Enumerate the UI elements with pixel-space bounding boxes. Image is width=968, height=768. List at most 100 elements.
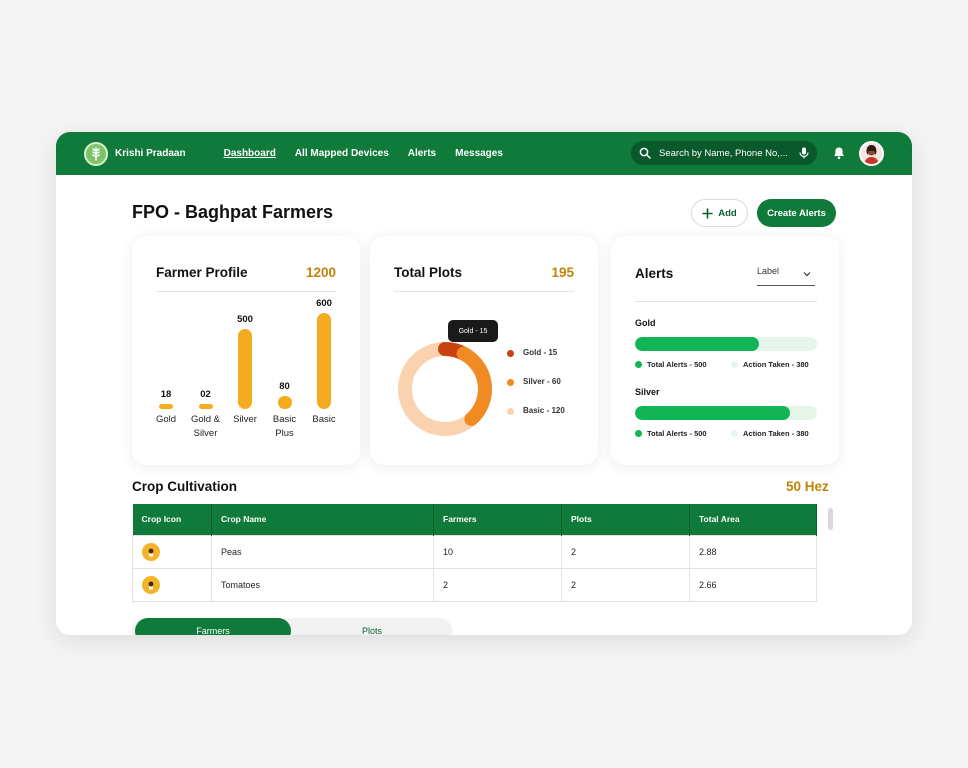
legend-action-label: Action Taken - 380	[743, 360, 809, 369]
crop-plots: 2	[561, 567, 690, 602]
crop-farmers: 10	[433, 534, 562, 569]
farmers-plots-toggle: Farmers Plots	[132, 618, 452, 635]
crop-table: Crop Icon Crop Name Farmers Plots Total …	[132, 504, 817, 602]
farmer-profile-card: Farmer Profile 1200 18 Gold 02 Gold & Silve…	[132, 236, 360, 465]
crop-icon-cell	[132, 567, 212, 602]
nav-alerts[interactable]: Alerts	[408, 148, 436, 159]
bar-category-label: Gold & Silver	[190, 414, 221, 439]
search-input[interactable]: Search by Name, Phone No,...	[631, 141, 817, 165]
legend-dot	[635, 361, 642, 368]
chart-tooltip: Gold - 15	[448, 320, 498, 342]
bar-value-label: 600	[316, 298, 332, 309]
alert-group-gold-name: Gold	[635, 318, 656, 328]
bar-value-label: 500	[237, 314, 253, 325]
alert-group-silver-name: Silver	[635, 387, 660, 397]
col-plots[interactable]: Plots	[561, 504, 690, 535]
total-plots-title: Total Plots	[394, 265, 463, 280]
bar-1[interactable]	[198, 404, 213, 409]
legend-dot	[731, 361, 738, 368]
crop-cultivation-title: Crop Cultivation	[132, 479, 237, 494]
bar-category-label: Basic	[312, 414, 336, 425]
alert-gold-progress	[635, 337, 817, 351]
divider	[156, 291, 336, 292]
bar-3[interactable]	[277, 396, 292, 409]
add-button-label: Add	[718, 207, 737, 219]
table-scrollbar[interactable]	[828, 508, 833, 530]
legend-total-alerts: Total Alerts - 500	[635, 429, 707, 438]
legend-action-taken: Action Taken - 380	[731, 360, 809, 369]
wheat-logo-icon[interactable]	[84, 141, 108, 166]
main-nav: Dashboard All Mapped Devices Alerts Mess…	[224, 148, 503, 159]
bar-category-label: Gold	[155, 414, 177, 425]
legend-action-label: Action Taken - 380	[743, 429, 809, 438]
legend-label: Basic - 120	[523, 406, 565, 415]
total-plots-total: 195	[551, 265, 574, 280]
search-placeholder: Search by Name, Phone No,...	[659, 147, 788, 159]
crop-area: 2.66	[689, 567, 817, 602]
col-crop-icon[interactable]: Crop Icon	[132, 504, 212, 535]
bar-4[interactable]	[317, 313, 331, 409]
legend-label: Silver - 60	[523, 377, 561, 386]
col-farmers[interactable]: Farmers	[433, 504, 562, 535]
bar-category-label: Basic Plus	[272, 414, 297, 439]
nav-messages[interactable]: Messages	[455, 148, 503, 159]
legend-total-label: Total Alerts - 500	[647, 360, 707, 369]
legend-dot	[507, 379, 514, 386]
page-title: FPO - Baghpat Farmers	[132, 202, 334, 222]
plus-icon	[702, 207, 714, 219]
chevron-down-icon	[803, 272, 811, 277]
label-select-value: Label	[757, 266, 780, 276]
legend-dot	[507, 350, 514, 357]
crop-icon	[142, 542, 160, 561]
create-alerts-button[interactable]: Create Alerts	[757, 199, 836, 227]
microphone-icon[interactable]	[799, 147, 809, 159]
bar-value-label: 80	[279, 381, 290, 392]
table-header-row: Crop Icon Crop Name Farmers Plots Total …	[132, 504, 817, 535]
app-window: Krishi Pradaan Dashboard All Mapped Devi…	[56, 132, 912, 635]
alert-silver-progress-fill	[635, 406, 790, 420]
alerts-title: Alerts	[635, 266, 674, 281]
brand-name: Krishi Pradaan	[115, 148, 186, 159]
col-total-area[interactable]: Total Area	[689, 504, 817, 535]
screen-background: Krishi Pradaan Dashboard All Mapped Devi…	[0, 0, 968, 768]
crop-name: Tomatoes	[211, 567, 434, 602]
crop-cultivation-value: 50 Hez	[786, 479, 829, 494]
bar-category-label: Silver	[233, 414, 257, 425]
toggle-plots[interactable]: Plots	[294, 618, 450, 635]
top-nav-bar: Krishi Pradaan Dashboard All Mapped Devi…	[56, 132, 912, 175]
plots-donut-chart	[398, 342, 492, 436]
legend-dot	[731, 430, 738, 437]
farmer-profile-title: Farmer Profile	[156, 265, 248, 280]
crop-area: 2.88	[689, 534, 817, 569]
crop-farmers: 2	[433, 567, 562, 602]
alerts-card: Alerts Label Gold Total Alerts - 500 Act…	[611, 236, 839, 465]
legend-action-taken: Action Taken - 380	[731, 429, 809, 438]
legend-dot	[635, 430, 642, 437]
table-row[interactable]: Tomatoes 2 2 2.66	[132, 567, 817, 602]
table-row[interactable]: Peas 10 2 2.88	[132, 534, 817, 569]
legend-total-alerts: Total Alerts - 500	[635, 360, 707, 369]
legend-label: Gold - 15	[523, 348, 558, 357]
crop-name: Peas	[211, 534, 434, 569]
toggle-farmers[interactable]: Farmers	[135, 618, 291, 635]
add-button[interactable]: Add	[691, 199, 748, 227]
legend-dot	[507, 408, 514, 415]
bar-2[interactable]	[238, 329, 252, 409]
total-plots-card: Total Plots 195 Gold - 15 Gold - 15 Silve…	[370, 236, 598, 465]
bar-0[interactable]	[159, 404, 173, 409]
notification-bell-icon[interactable]	[832, 146, 846, 160]
divider	[635, 301, 817, 302]
label-select[interactable]: Label	[757, 266, 815, 286]
nav-dashboard[interactable]: Dashboard	[224, 148, 276, 159]
divider	[394, 291, 574, 292]
bar-value-label: 02	[200, 389, 211, 400]
user-avatar[interactable]	[859, 141, 884, 166]
search-icon	[639, 147, 651, 159]
legend-total-label: Total Alerts - 500	[647, 429, 707, 438]
col-crop-name[interactable]: Crop Name	[211, 504, 434, 535]
farmer-profile-total: 1200	[305, 265, 336, 280]
crop-plots: 2	[561, 534, 690, 569]
nav-all-mapped-devices[interactable]: All Mapped Devices	[295, 148, 389, 159]
alert-silver-progress	[635, 406, 817, 420]
alert-gold-progress-fill	[635, 337, 759, 351]
